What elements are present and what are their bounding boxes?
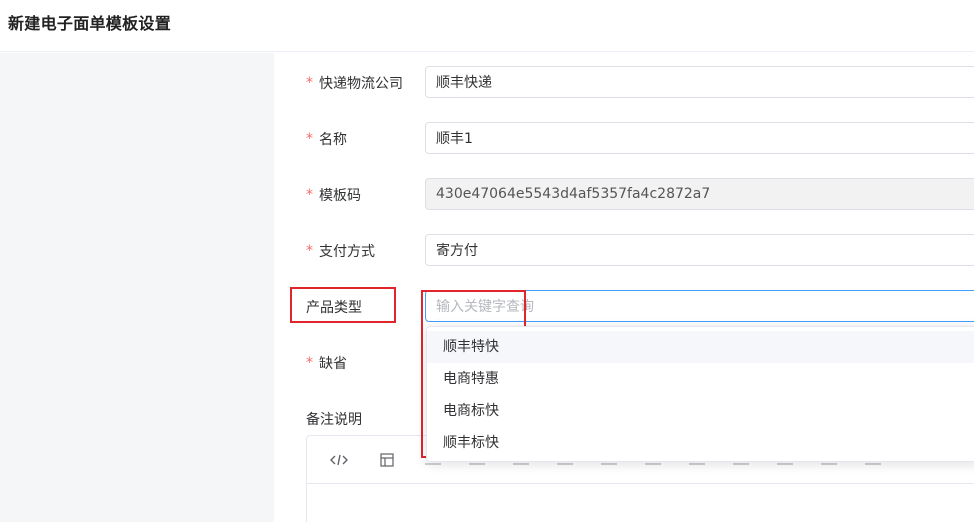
name-value: 顺丰1 [436,131,473,147]
layout-icon[interactable] [377,450,397,470]
form-row-payment: * 支付方式 寄方付 [274,234,974,268]
payment-value: 寄方付 [436,243,478,259]
payment-label: * 支付方式 [306,241,375,261]
name-input[interactable]: 顺丰1 [425,122,974,154]
courier-label: * 快递物流公司 [306,73,403,93]
product-type-option[interactable]: 顺丰标快 [427,427,974,459]
product-type-label: 产品类型 [306,297,362,317]
name-label-text: 名称 [319,132,347,148]
default-label-text: 缺省 [319,356,347,372]
required-star: * [306,75,313,91]
courier-label-text: 快递物流公司 [319,76,403,92]
remark-label-text: 备注说明 [306,412,362,428]
required-star: * [306,131,313,147]
name-label: * 名称 [306,129,347,149]
product-type-search-input[interactable]: 输入关键字查询 [425,290,974,322]
product-type-label-text: 产品类型 [306,300,362,316]
product-type-option[interactable]: 电商标快 [427,395,974,427]
template-code-label-text: 模板码 [319,188,361,204]
required-star: * [306,355,313,371]
form-row-product-type: 产品类型 输入关键字查询 [274,290,974,324]
product-type-placeholder: 输入关键字查询 [436,299,534,315]
form-row-courier: * 快递物流公司 顺丰快递 [274,66,974,100]
template-code-label: * 模板码 [306,185,361,205]
form-row-template-code: * 模板码 430e47064e5543d4af5357fa4c2872a7 [274,178,974,212]
form-area: * 快递物流公司 顺丰快递 * 名称 顺丰1 * 模板码 430e47064e5… [274,53,974,522]
product-type-option[interactable]: 顺丰特快 [427,331,974,363]
product-type-option[interactable]: 电商特惠 [427,363,974,395]
code-view-icon[interactable] [329,450,349,470]
template-code-value: 430e47064e5543d4af5357fa4c2872a7 [436,186,711,202]
app-root: 新建电子面单模板设置 * 快递物流公司 顺丰快递 * 名称 顺丰1 * 模板码 … [0,0,974,522]
page-title: 新建电子面单模板设置 [8,14,172,33]
remark-label: 备注说明 [306,409,362,429]
required-star: * [306,187,313,203]
default-label: * 缺省 [306,353,347,373]
payment-label-text: 支付方式 [319,244,375,260]
left-panel [0,53,274,522]
courier-select[interactable]: 顺丰快递 [425,66,974,98]
courier-value: 顺丰快递 [436,75,492,91]
page-header: 新建电子面单模板设置 [0,0,974,52]
template-code-input[interactable]: 430e47064e5543d4af5357fa4c2872a7 [425,178,974,210]
product-type-dropdown: 顺丰特快 电商特惠 电商标快 顺丰标快 [426,326,974,462]
required-star: * [306,243,313,259]
form-row-name: * 名称 顺丰1 [274,122,974,156]
payment-select[interactable]: 寄方付 [425,234,974,266]
